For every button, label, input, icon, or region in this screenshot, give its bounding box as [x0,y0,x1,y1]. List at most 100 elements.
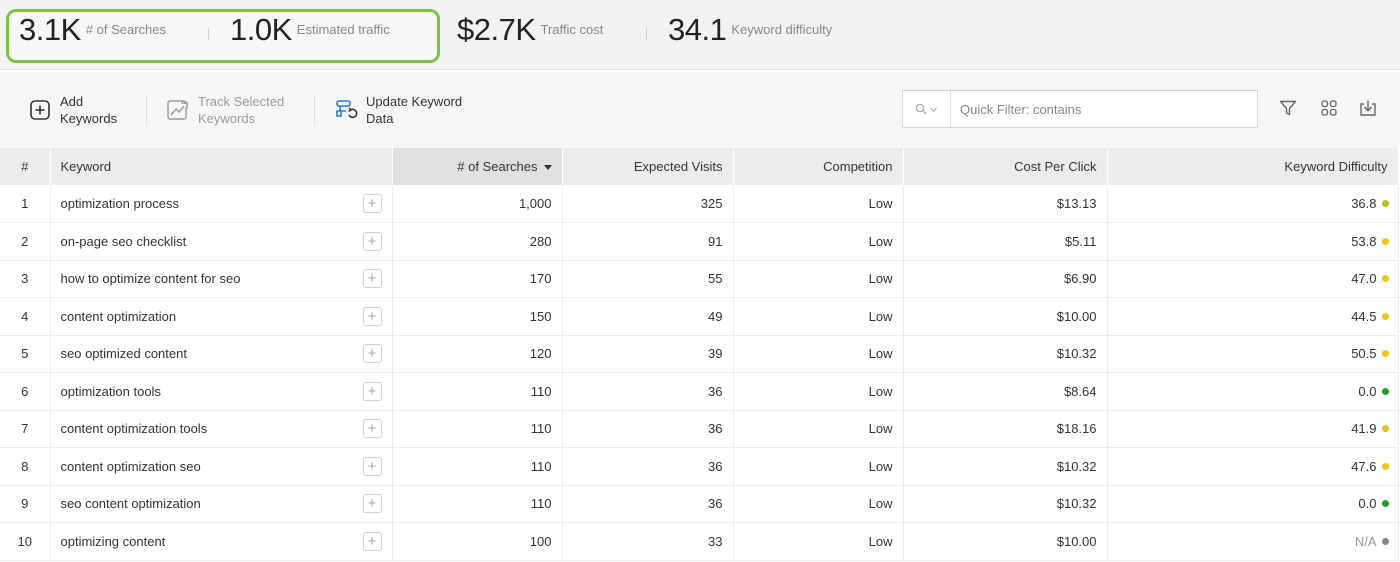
add-keyword-plus-icon[interactable]: + [362,494,382,514]
add-box-icon [28,98,52,122]
add-keyword-plus-icon[interactable]: + [362,306,382,326]
table-row[interactable]: 6 optimization tools +110 36 Low $8.64 0.0 [0,372,1399,410]
competition-cell: Low [733,260,904,298]
visits-cell: 36 [562,410,734,448]
kd-value: 47.0 [1351,271,1377,287]
row-number: 10 [0,522,51,560]
table-row[interactable]: 4 content optimization +150 49 Low $10.00 44.5 [0,297,1399,335]
add-keyword-plus-icon[interactable]: + [362,381,382,401]
chevron-down-icon [930,107,937,112]
keyword-cell: on-page seo checklist + [50,222,393,260]
metrics-bar: 3.1K # of Searches 1.0K Estimated traffi… [0,0,1400,70]
difficulty-dot-icon [1381,200,1389,207]
metric-searches: 3.1K # of Searches [19,12,166,48]
keyword-cell: content optimization tools + [50,410,393,448]
col-header-keyword[interactable]: Keyword [50,148,393,185]
difficulty-dot-icon [1381,537,1389,545]
quick-filter [902,90,1258,128]
col-header-kd[interactable]: Keyword Difficulty [1107,148,1399,185]
track-selected-label: Track Selected Keywords [198,94,285,126]
searches-cell: 170 [392,260,563,298]
export-icon[interactable] [1356,96,1380,120]
col-header-competition[interactable]: Competition [733,148,904,185]
cpc-cell: $10.32 [903,447,1108,485]
columns-grid-icon[interactable] [1317,96,1341,120]
table-row[interactable]: 7 content optimization tools +110 36 Low $18.… [0,410,1399,448]
keyword-cell: content optimization seo + [50,447,393,485]
add-keyword-plus-icon[interactable]: + [362,419,382,439]
add-keyword-plus-icon[interactable]: + [362,531,382,551]
keyword-text: content optimization tools [60,421,208,437]
toolbar-divider [146,96,147,126]
kd-cell: 50.5 [1107,335,1399,373]
table-row[interactable]: 10 optimizing content +100 33 Low $10.00 N/A [0,522,1399,560]
table-row[interactable]: 5 seo optimized content +120 39 Low $10.32 50.… [0,335,1399,373]
cpc-cell: $6.90 [903,260,1108,298]
add-keyword-plus-icon[interactable]: + [362,194,382,213]
add-keyword-plus-icon[interactable]: + [362,456,382,476]
keyword-cell: content optimization + [50,297,393,335]
track-selected-button[interactable]: Track Selected Keywords [166,93,298,127]
keyword-text: content optimization seo [60,458,201,474]
competition-cell: Low [733,335,904,373]
keyword-text: how to optimize content for seo [60,271,241,287]
col-header-searches-label: # of Searches [457,159,538,174]
cpc-cell: $18.16 [903,410,1108,448]
table-row[interactable]: 3 how to optimize content for seo +170 55 Lo… [0,260,1399,298]
keyword-cell: optimization tools + [50,372,393,410]
searches-cell: 150 [392,297,563,335]
competition-cell: Low [733,372,904,410]
keyword-text: seo optimized content [60,346,187,362]
add-keyword-plus-icon[interactable]: + [362,344,382,364]
quick-filter-input[interactable] [951,91,1257,127]
difficulty-dot-icon [1381,350,1389,358]
searches-cell: 120 [392,335,563,373]
keyword-text: seo content optimization [60,496,201,512]
add-keyword-plus-icon[interactable]: + [362,231,382,251]
metric-cost-label: Traffic cost [540,22,604,37]
metric-difficulty-label: Keyword difficulty [731,22,833,37]
searches-cell: 110 [392,447,563,485]
searches-cell: 110 [392,410,563,448]
toolbar-divider [314,96,315,126]
kd-cell: 44.5 [1107,297,1399,335]
row-number: 4 [0,297,51,335]
table-header-row: # Keyword # of Searches Expected Visits … [0,148,1399,185]
table-row[interactable]: 8 content optimization seo +110 36 Low $10.32… [0,447,1399,485]
search-icon [915,103,927,115]
col-header-searches[interactable]: # of Searches [392,148,563,185]
metric-cost-value: $2.7K [457,12,536,47]
competition-cell: Low [733,410,904,448]
row-number: 9 [0,485,51,523]
filter-mode-dropdown[interactable] [903,91,951,127]
sort-desc-icon [543,165,552,171]
update-keyword-data-button[interactable]: Update Keyword Data [334,93,466,127]
add-keywords-button[interactable]: Add Keywords [28,93,130,127]
add-keyword-plus-icon[interactable]: + [362,269,382,289]
col-header-visits[interactable]: Expected Visits [562,148,734,185]
cpc-cell: $13.13 [903,185,1108,223]
refresh-data-icon [334,98,358,122]
searches-cell: 100 [392,522,563,560]
keyword-text: on-page seo checklist [60,233,187,249]
table-row[interactable]: 1 optimization process +1,000 325 Low $13.13 3… [0,185,1399,223]
toolbar: Add Keywords Track Selected Keywords Upd… [0,72,1400,148]
visits-cell: 39 [562,335,734,373]
table-row[interactable]: 9 seo content optimization +110 36 Low $10.32… [0,485,1399,523]
cpc-cell: $8.64 [903,372,1108,410]
col-header-cpc[interactable]: Cost Per Click [903,148,1108,185]
kd-value: 47.6 [1351,458,1377,474]
col-header-number[interactable]: # [0,148,51,185]
kd-value: N/A [1354,533,1377,549]
add-keywords-label: Add Keywords [60,94,118,126]
visits-cell: 36 [562,485,734,523]
keyword-cell: optimization process + [50,185,393,223]
table-row[interactable]: 2 on-page seo checklist +280 91 Low $5.11 53.8 [0,222,1399,260]
visits-cell: 325 [562,185,734,223]
keyword-cell: seo content optimization + [50,485,393,523]
filter-icon[interactable] [1276,96,1300,120]
difficulty-dot-icon [1381,462,1389,470]
difficulty-dot-icon [1381,500,1389,508]
keyword-text: optimizing content [60,533,166,549]
kd-cell: 47.0 [1107,260,1399,298]
